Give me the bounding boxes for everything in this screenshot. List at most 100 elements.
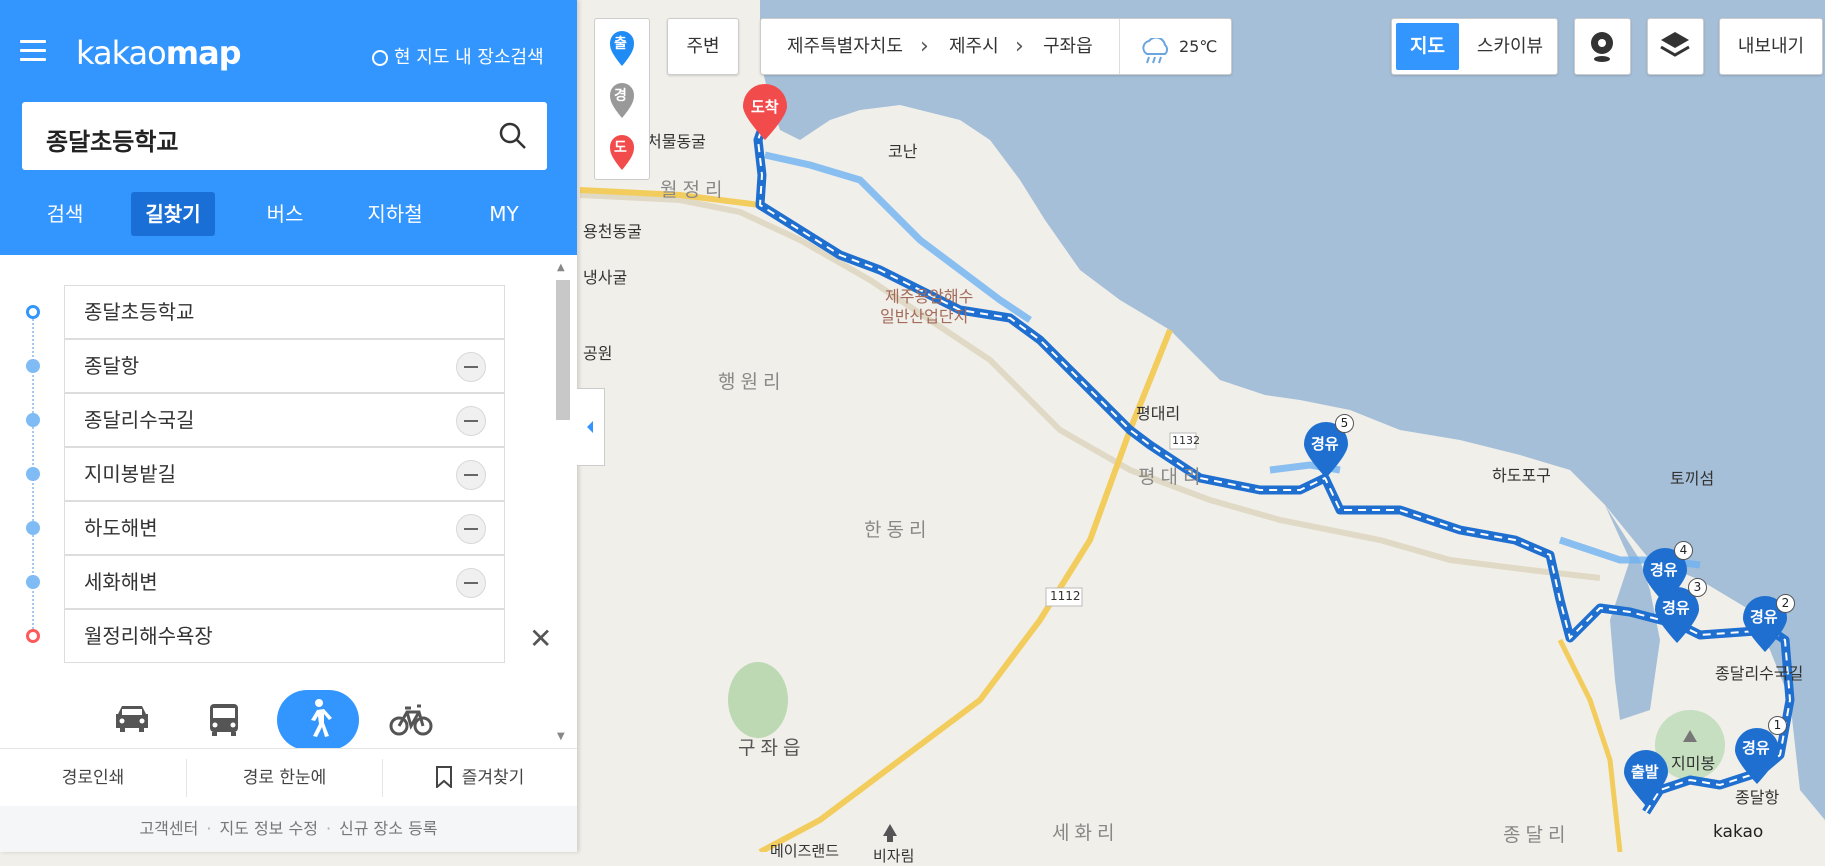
- export-button[interactable]: 내보내기: [1719, 18, 1823, 75]
- collapse-sidebar-button[interactable]: [577, 388, 605, 466]
- waypoint-via-5[interactable]: 세화해변: [64, 555, 505, 609]
- kakao-attribution: kakao: [1713, 822, 1764, 842]
- label-jimibong: 지미봉: [1671, 754, 1716, 773]
- route-overview-button[interactable]: 경로 한눈에: [187, 749, 382, 807]
- waypoint-label: 월정리해수욕장: [84, 624, 213, 648]
- via-dot-icon: [26, 521, 40, 535]
- nearby-button[interactable]: 주변: [667, 18, 739, 75]
- bicycle-icon[interactable]: [381, 690, 441, 750]
- scroll-up-icon[interactable]: ▲: [557, 262, 565, 273]
- via-2-label: 경유: [1750, 608, 1778, 626]
- label-road-1132: 1132: [1172, 434, 1200, 447]
- footer-link-support[interactable]: 고객센터: [139, 819, 198, 838]
- tab-search[interactable]: 검색: [32, 192, 98, 236]
- breadcrumb-city[interactable]: 제주시: [949, 19, 999, 74]
- via-pin-button[interactable]: 경: [608, 81, 636, 119]
- label-pyeongdae-beach: 평대리: [1136, 404, 1181, 423]
- via-dot-icon: [26, 467, 40, 481]
- remove-waypoint-button[interactable]: [456, 352, 486, 382]
- bus-icon[interactable]: [194, 690, 254, 750]
- label-industrial-2: 일반산업단지: [880, 307, 969, 326]
- scroll-down-icon[interactable]: ▼: [557, 731, 565, 742]
- waypoint-via-4[interactable]: 하도해변: [64, 501, 505, 555]
- close-icon[interactable]: ✕: [529, 625, 552, 653]
- tab-directions[interactable]: 길찾기: [131, 192, 215, 236]
- map-type-skyview-button[interactable]: 스카이뷰: [1467, 23, 1553, 70]
- label-hadopogu: 하도포구: [1492, 466, 1551, 485]
- waypoint-label: 종달항: [84, 354, 140, 378]
- chevron-right-icon: ›: [920, 34, 929, 59]
- via-pin-label: 경: [614, 88, 627, 104]
- car-icon[interactable]: [102, 690, 162, 750]
- label-bijarim: 비자림: [873, 847, 915, 865]
- chevron-left-icon: [587, 421, 593, 433]
- arrival-marker-label: 도착: [751, 98, 779, 116]
- roadview-button[interactable]: [1574, 18, 1631, 75]
- waypoint-label: 세화해변: [84, 570, 158, 594]
- label-handong: 한동리: [864, 519, 932, 541]
- start-pin-button[interactable]: 출: [608, 29, 636, 67]
- favorite-label: 즐겨찾기: [461, 768, 525, 788]
- kakaomap-logo[interactable]: kakaomap: [76, 34, 242, 72]
- breadcrumb-town[interactable]: 구좌읍: [1043, 19, 1093, 74]
- tab-bus[interactable]: 버스: [252, 192, 318, 236]
- bottom-actions: 경로인쇄 경로 한눈에 즐겨찾기: [0, 748, 577, 807]
- remove-waypoint-button[interactable]: [456, 514, 486, 544]
- label-industrial-1: 제주용암해수: [885, 287, 974, 306]
- via-5-num: 5: [1335, 414, 1354, 433]
- via-2-num: 2: [1776, 594, 1795, 613]
- label-wolgeong: 월정리: [660, 179, 728, 201]
- footer-link-register-place[interactable]: 신규 장소 등록: [339, 819, 438, 838]
- walk-icon[interactable]: [277, 690, 359, 750]
- menu-icon[interactable]: [20, 40, 46, 62]
- footer-link-edit-map[interactable]: 지도 정보 수정: [219, 819, 318, 838]
- print-route-button[interactable]: 경로인쇄: [0, 749, 186, 807]
- waypoint-start[interactable]: 종달초등학교: [64, 285, 505, 339]
- tab-my[interactable]: MY: [474, 192, 534, 236]
- chevron-right-icon: ›: [1015, 34, 1024, 59]
- waypoint-label: 하도해변: [84, 516, 158, 540]
- via-dot-icon: [26, 413, 40, 427]
- waypoint-via-3[interactable]: 지미봉밭길: [64, 447, 505, 501]
- waypoint-via-1[interactable]: 종달항: [64, 339, 505, 393]
- breadcrumb: 제주특별자치도 › 제주시 › 구좌읍 25℃: [760, 18, 1232, 75]
- via-1-num: 1: [1768, 716, 1787, 735]
- tab-subway[interactable]: 지하철: [355, 192, 435, 236]
- remove-waypoint-button[interactable]: [456, 568, 486, 598]
- waypoint-via-2[interactable]: 종달리수국길: [64, 393, 505, 447]
- label-jongdal-sugukgil: 종달리수국길: [1715, 664, 1804, 683]
- end-pin-button[interactable]: 도: [608, 133, 636, 171]
- rain-icon: [1139, 33, 1171, 64]
- remove-waypoint-button[interactable]: [456, 406, 486, 436]
- search-input[interactable]: 종달초등학교: [46, 122, 178, 157]
- via-3-label: 경유: [1662, 599, 1690, 617]
- waypoint-label: 종달리수국길: [84, 408, 195, 432]
- via-1-label: 경유: [1742, 739, 1770, 757]
- scrollbar[interactable]: ▲ ▼: [554, 262, 572, 742]
- sidebar: kakaomap 현 지도 내 장소검색 종달초등학교 검색 길찾기 버스 지하…: [0, 0, 577, 852]
- waypoint-label: 지미봉밭길: [84, 462, 176, 486]
- favorite-button[interactable]: 즐겨찾기: [383, 749, 577, 807]
- label-jongdalhang: 종달항: [1735, 788, 1780, 807]
- search-icon[interactable]: [499, 122, 527, 154]
- search-box[interactable]: 종달초등학교: [22, 102, 547, 170]
- label-haengwon: 행원리: [718, 371, 786, 393]
- separator-dot: ·: [206, 819, 212, 838]
- roadview-icon: [1591, 32, 1613, 62]
- transport-modes: [0, 690, 560, 750]
- current-map-search-toggle[interactable]: 현 지도 내 장소검색: [372, 43, 544, 69]
- layers-button[interactable]: [1647, 18, 1704, 75]
- breadcrumb-divider: [1119, 19, 1120, 74]
- end-pin-label: 도: [614, 140, 627, 156]
- remove-waypoint-button[interactable]: [456, 460, 486, 490]
- via-4-label: 경유: [1650, 561, 1678, 579]
- label-pyeongdae: 평대리: [1138, 466, 1206, 488]
- label-tokkiseom: 토끼섬: [1670, 469, 1715, 488]
- label-sagul: 냉사굴: [583, 268, 628, 287]
- via-4-num: 4: [1674, 541, 1693, 560]
- breadcrumb-province[interactable]: 제주특별자치도: [787, 19, 903, 74]
- layers-icon: [1660, 32, 1690, 57]
- waypoint-end[interactable]: 월정리해수욕장: [64, 609, 505, 663]
- scroll-thumb[interactable]: [556, 280, 570, 420]
- map-type-map-button[interactable]: 지도: [1396, 23, 1459, 70]
